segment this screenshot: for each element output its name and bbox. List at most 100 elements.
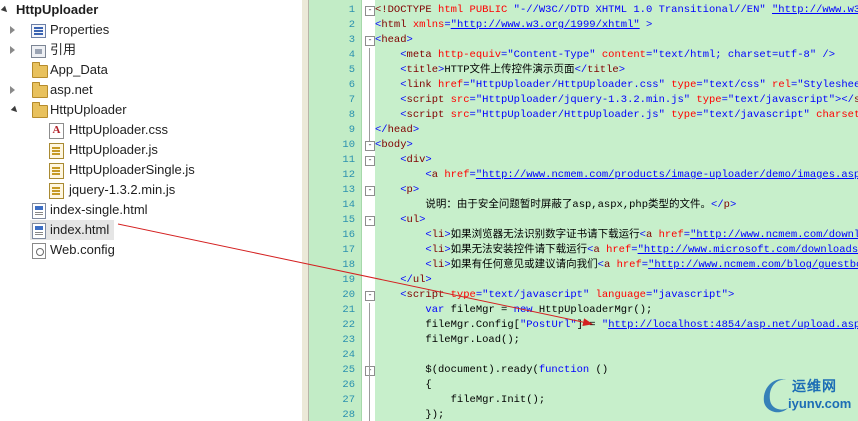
code-line[interactable]: <li>如果浏览器无法识别数字证书请下载运行<a href="http://ww… (375, 228, 858, 243)
code-token: > (406, 139, 413, 151)
tree-item-html-file[interactable]: index-single.html (0, 200, 300, 220)
code-token: "HttpUploader/HttpUploader.css" (469, 79, 672, 91)
code-line[interactable]: fileMgr.Config["PostUrl"] = "http://loca… (375, 318, 858, 333)
code-line[interactable]: <a href="http://www.ncmem.com/products/i… (375, 168, 858, 183)
code-line[interactable]: <title>HTTP文件上传控件演示页面</title> (375, 63, 625, 78)
collapse-region-icon[interactable]: - (365, 186, 375, 196)
code-token: "Stylesheet" (797, 79, 858, 91)
ide-window: HttpUploader Properties 引用 App_Data asp.… (0, 0, 858, 421)
folder-icon (32, 82, 48, 98)
code-line[interactable]: </head> (375, 123, 419, 138)
line-number: 15 (342, 214, 355, 226)
code-line[interactable]: var fileMgr = new HttpUploaderMgr(); (375, 303, 652, 318)
code-line[interactable]: <script src="HttpUploader/jquery-1.3.2.m… (375, 93, 858, 108)
folder-icon (32, 62, 48, 78)
code-line[interactable]: $(document).ready(function () (375, 363, 608, 378)
code-line[interactable]: <head> (375, 33, 413, 48)
collapse-region-icon[interactable]: - (365, 291, 375, 301)
code-line[interactable]: <html xmlns="http://www.w3.org/1999/xhtm… (375, 18, 652, 33)
code-line[interactable]: <script src="HttpUploader/HttpUploader.j… (375, 108, 858, 123)
code-token: http://localhost:4854/asp.net/upload.asp… (608, 319, 858, 331)
expand-arrow-icon[interactable] (0, 5, 10, 15)
code-line[interactable]: <body> (375, 138, 413, 153)
collapse-arrow-icon[interactable] (10, 46, 15, 54)
collapse-arrow-icon[interactable] (10, 26, 15, 34)
code-token: </ (574, 64, 588, 76)
tree-item-properties[interactable]: Properties (0, 20, 300, 40)
js-file-icon (49, 143, 64, 159)
code-token: fileMgr.Config[ (375, 319, 520, 331)
code-token: ul (412, 274, 426, 286)
line-number: 26 (342, 379, 355, 391)
code-line[interactable]: <link href="HttpUploader/HttpUploader.cs… (375, 78, 858, 93)
collapse-region-icon[interactable]: - (365, 6, 375, 16)
collapse-region-icon[interactable]: - (365, 216, 375, 226)
code-line[interactable]: </ul> (375, 273, 432, 288)
code-text-area[interactable]: <!DOCTYPE html PUBLIC "-//W3C//DTD XHTML… (375, 0, 858, 421)
code-token: html (381, 19, 413, 31)
watermark-title: 运维网 (792, 378, 837, 394)
collapse-region-icon[interactable]: - (365, 366, 375, 376)
line-number: 14 (342, 199, 355, 211)
line-number: 5 (348, 64, 355, 76)
tree-item-index-html[interactable]: index.html (30, 220, 114, 240)
code-line[interactable]: { (375, 378, 431, 393)
code-token: 如果浏览器无法识别数字证书请下载运行 (450, 229, 640, 241)
line-number: 16 (342, 229, 355, 241)
code-token: > (425, 274, 432, 286)
line-number: 10 (342, 139, 355, 151)
collapse-region-icon[interactable]: - (365, 156, 375, 166)
code-token: > (727, 289, 735, 301)
code-line[interactable]: <script type="text/javascript" language=… (375, 288, 734, 303)
tree-item-label: asp.net (50, 82, 93, 97)
tree-item-label: index.html (50, 222, 110, 237)
collapse-region-icon[interactable]: - (365, 36, 375, 46)
tree-item-js-file[interactable]: HttpUploaderSingle.js (0, 160, 300, 180)
code-token: li (431, 259, 445, 271)
tree-item-references[interactable]: 引用 (0, 40, 300, 60)
line-number: 20 (342, 289, 355, 301)
code-token: HttpUploaderMgr(); (538, 304, 653, 316)
tree-item-httpuploader-folder[interactable]: HttpUploader (0, 100, 300, 120)
code-token: </ (711, 199, 724, 211)
code-token: fileMgr.Load(); (375, 334, 520, 346)
code-line[interactable]: <meta http-equiv="Content-Type" content=… (375, 48, 835, 63)
tree-item-label: HttpUploader.js (69, 142, 158, 157)
tree-item-label: jquery-1.3.2.min.js (69, 182, 176, 197)
collapse-arrow-icon[interactable] (10, 86, 15, 94)
collapse-region-icon[interactable]: - (365, 141, 375, 151)
code-line[interactable]: 说明：由于安全问题暂时屏蔽了asp,aspx,php类型的文件。</p> (375, 198, 736, 213)
code-token: "http://www.ncmem.com/blog/guestbook" (648, 259, 858, 271)
code-token: HTTP文件上传控件演示页面 (444, 64, 575, 76)
code-token: < (375, 64, 407, 76)
tree-item-app-data[interactable]: App_Data (0, 60, 300, 80)
tree-item-js-file[interactable]: jquery-1.3.2.min.js (0, 180, 300, 200)
code-token: a (603, 259, 617, 271)
tree-item-project[interactable]: HttpUploader (0, 0, 300, 20)
line-number: 4 (348, 49, 355, 61)
line-number: 28 (342, 409, 355, 421)
code-line[interactable]: <p> (375, 183, 419, 198)
code-line[interactable]: <li>如果有任何意见或建议请向我们<a href="http://www.nc… (375, 258, 858, 273)
code-line[interactable]: <div> (375, 153, 432, 168)
code-line[interactable]: <!DOCTYPE html PUBLIC "-//W3C//DTD XHTML… (375, 3, 858, 18)
tree-item-label: App_Data (50, 62, 108, 77)
code-line[interactable]: <ul> (375, 213, 425, 228)
code-token: < (375, 229, 432, 241)
code-line[interactable]: <li>如果无法安装控件请下载运行<a href="http://www.mic… (375, 243, 858, 258)
code-line[interactable]: }); (375, 408, 444, 421)
tree-item-js-file[interactable]: HttpUploader.js (0, 140, 300, 160)
tree-item-aspnet[interactable]: asp.net (0, 80, 300, 100)
tree-item-css-file[interactable]: A HttpUploader.css (0, 120, 300, 140)
code-token: head (387, 124, 413, 136)
code-line[interactable]: fileMgr.Load(); (375, 333, 520, 348)
tree-item-web-config[interactable]: Web.config (0, 240, 300, 260)
code-line[interactable]: fileMgr.Init(); (375, 393, 546, 408)
code-token: > (639, 19, 653, 31)
code-token: ></ (835, 94, 854, 106)
line-number: 2 (348, 19, 355, 31)
code-token: src (450, 94, 470, 106)
code-token: "http://www.w3.org/TR/xhtml1/DTD/xhtml1-… (771, 4, 858, 16)
tree-item-label: HttpUploader.css (69, 122, 168, 137)
expand-arrow-icon[interactable] (10, 105, 20, 115)
